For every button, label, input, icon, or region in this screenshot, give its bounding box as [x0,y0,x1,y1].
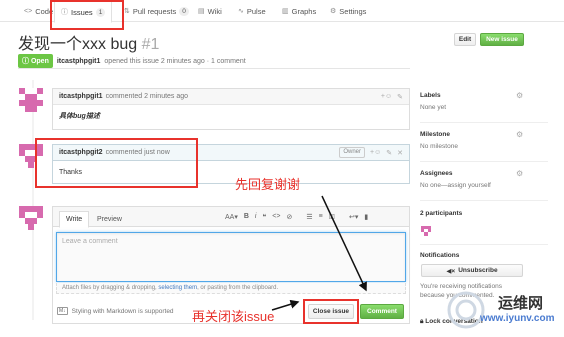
mute-icon: ◀× [446,267,456,275]
issue-meta: ⓘ Open itcastphpgit1 opened this issue 2… [18,54,246,68]
annotation-then-close: 再关闭该issue [192,309,275,324]
gear-icon: ⚙ [330,8,337,15]
new-issue-button[interactable]: New issue [480,33,524,46]
annotation-box-close-issue [303,299,359,324]
comment-button[interactable]: Comment [360,304,404,319]
book-icon: ▤ [198,8,205,15]
divider [420,161,548,162]
code-icon: <> [24,7,33,15]
annotation-box-reply [35,138,198,188]
timeline-line [32,80,34,320]
annotation-reply-first: 先回复谢谢 [235,177,301,192]
issue-number: #1 [141,36,160,53]
lock-icon: 🔒︎ [420,318,424,325]
bookmark-icon[interactable]: ▮ [364,213,368,221]
annotation-box-issues-tab [50,0,124,30]
tab-code[interactable]: <> Code [24,4,53,18]
tab-preview[interactable]: Preview [91,211,128,228]
issue-author-link[interactable]: itcastphpgit1 [57,58,101,65]
pulls-count: 0 [179,6,189,16]
sidebar-participants: 2 participants [420,210,463,217]
pencil-icon[interactable]: ✎ [397,93,403,101]
divider [420,244,548,245]
status-badge: ⓘ Open [18,54,53,68]
issue-opened-text: opened this issue 2 minutes ago · 1 comm… [104,57,246,65]
gear-icon[interactable]: ⚙ [516,169,523,178]
divider [420,200,548,201]
comment-timestamp[interactable]: commented 2 minutes ago [106,93,189,100]
tab-pulse[interactable]: ∿ Pulse [238,4,266,18]
gear-icon[interactable]: ⚙ [516,130,523,139]
close-icon[interactable]: ✕ [397,149,403,157]
comment-1: itcastphpgit1 commented 2 minutes ago +☺… [52,88,410,130]
add-reaction-icon[interactable]: +☺ [370,149,381,156]
add-reaction-icon[interactable]: +☺ [381,93,392,100]
pulse-icon: ∿ [238,8,244,15]
sidebar-labels: Labels None yet [420,92,447,111]
italic-icon[interactable]: i [255,213,257,221]
avatar[interactable] [19,206,43,230]
graph-icon: ▥ [282,8,289,15]
sidebar-milestone: Milestone No milestone [420,131,458,150]
markdown-note[interactable]: M↓ Styling with Markdown is supported [57,307,174,315]
bold-icon[interactable]: B [244,213,249,221]
markdown-icon: M↓ [57,307,68,315]
reply-icon[interactable]: ↩▾ [349,213,358,221]
attach-files-hint[interactable]: Attach files by dragging & dropping, sel… [56,283,406,294]
markdown-toolbar: AA▾ B i ❝ <> ⊘ ☰ ≡ ☑ ↩▾ ▮ [225,213,368,221]
watermark: 运维网 www.iyunv.com [446,286,564,337]
tab-pull-requests[interactable]: ⇅ Pull requests 0 [124,4,189,18]
gear-icon[interactable]: ⚙ [516,91,523,100]
avatar[interactable] [19,88,43,112]
editor-tabs: Write Preview AA▾ B i ❝ <> ⊘ ☰ ≡ ☑ ↩▾ ▮ [53,207,409,228]
ordered-list-icon[interactable]: ≡ [319,213,323,221]
tab-graphs[interactable]: ▥ Graphs [282,4,316,18]
tab-write[interactable]: Write [59,211,90,228]
comment-textarea[interactable]: Leave a comment [56,232,406,282]
edit-button[interactable]: Edit [454,33,476,46]
tab-settings[interactable]: ⚙ Settings [330,4,366,18]
unordered-list-icon[interactable]: ☰ [306,213,312,221]
code-icon[interactable]: <> [272,213,280,221]
pull-request-icon: ⇅ [124,8,130,15]
issue-title: 发现一个xxx bug #1 [18,36,160,53]
sidebar-notifications: Notifications [420,252,460,259]
comment-body: 具体bug描述 [59,113,100,120]
comment-author-link[interactable]: itcastphpgit1 [59,93,103,100]
sidebar-assignees: Assignees No one—assign yourself [420,170,491,189]
select-files-link[interactable]: selecting them [158,285,197,291]
unsubscribe-button[interactable]: ◀× Unsubscribe [421,264,523,277]
pencil-icon[interactable]: ✎ [386,149,392,157]
comment-header: itcastphpgit1 commented 2 minutes ago +☺… [53,89,409,105]
quote-icon[interactable]: ❝ [262,213,266,221]
divider [420,122,548,123]
tab-wiki[interactable]: ▤ Wiki [198,4,222,18]
text-size-icon[interactable]: AA▾ [225,213,238,221]
divider [18,68,410,69]
link-icon[interactable]: ⊘ [286,213,292,221]
task-list-icon[interactable]: ☑ [329,213,335,221]
watermark-logo-icon [447,291,485,329]
issue-opened-icon: ⓘ [22,58,29,65]
participant-avatar[interactable] [421,226,431,236]
owner-badge: Owner [339,147,365,158]
